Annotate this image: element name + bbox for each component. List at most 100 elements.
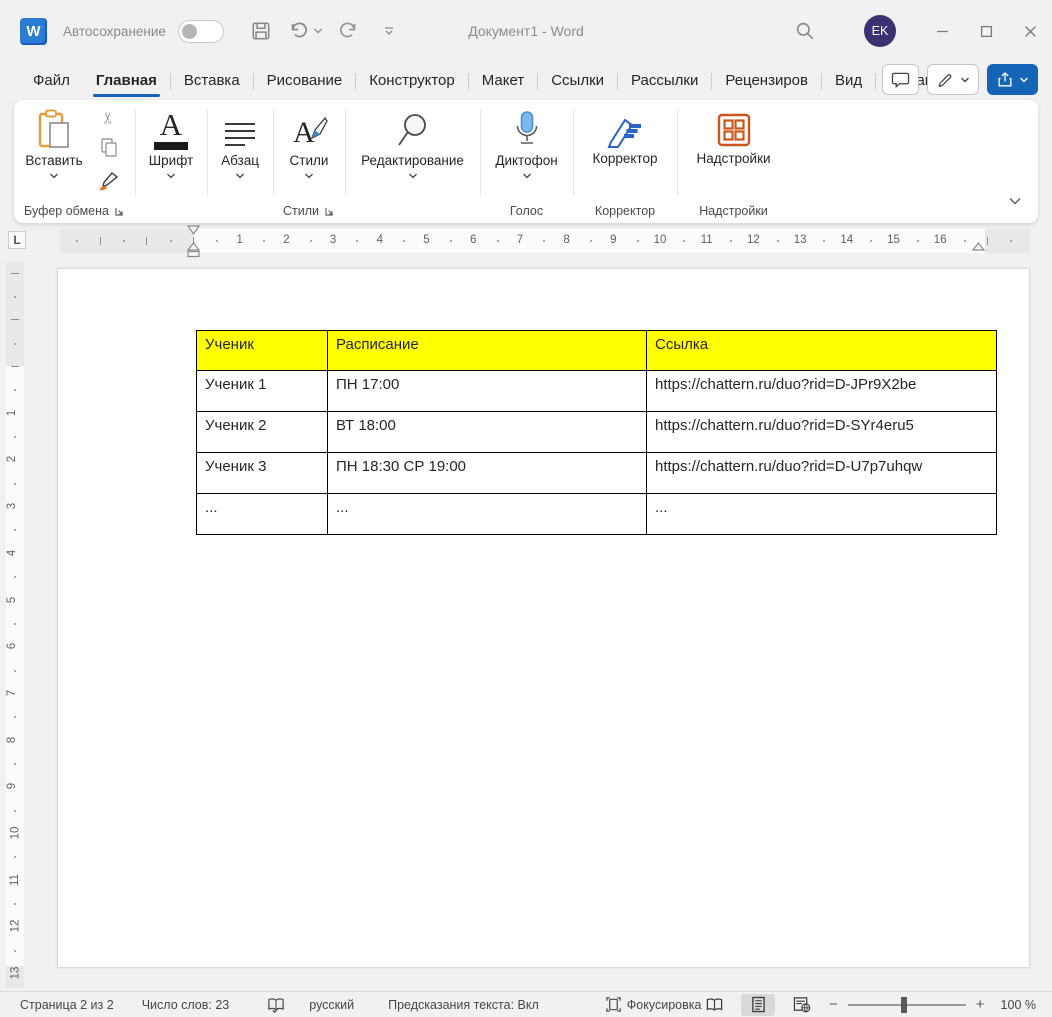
maximize-button[interactable] bbox=[964, 9, 1008, 53]
tab-Файл[interactable]: Файл bbox=[20, 63, 83, 99]
comments-button[interactable] bbox=[882, 64, 919, 95]
styles-dialog-launcher-icon[interactable] bbox=[324, 206, 335, 217]
vertical-ruler[interactable]: 12345678910111213 bbox=[6, 262, 24, 988]
cell-r1-c0[interactable]: Ученик 2 bbox=[197, 412, 328, 453]
hanging-indent-marker[interactable] bbox=[186, 242, 201, 258]
hruler-half-tick bbox=[497, 240, 499, 242]
hruler-number-7: 7 bbox=[517, 234, 523, 246]
header-cell-1[interactable]: Расписание bbox=[328, 331, 647, 371]
minimize-button[interactable] bbox=[920, 9, 964, 53]
customize-quick-access-icon[interactable] bbox=[383, 26, 395, 36]
account-avatar[interactable]: EK bbox=[864, 15, 896, 47]
header-cell-0[interactable]: Ученик bbox=[197, 331, 328, 371]
hruler-number-2: 2 bbox=[283, 234, 289, 246]
tab-Вид[interactable]: Вид bbox=[822, 63, 875, 99]
language-status[interactable]: русский bbox=[309, 998, 354, 1012]
styles-menu-button[interactable]: А Стили bbox=[277, 106, 341, 180]
dictate-button[interactable]: Диктофон bbox=[489, 106, 564, 180]
hruler-half-tick bbox=[870, 240, 872, 242]
vruler-half-tick bbox=[14, 296, 16, 298]
hruler-number-9: 9 bbox=[610, 234, 616, 246]
doc-table[interactable]: УченикРасписаниеСсылка Ученик 1ПН 17:00h… bbox=[196, 330, 997, 535]
right-indent-marker[interactable] bbox=[971, 242, 986, 253]
read-mode-button[interactable] bbox=[697, 994, 731, 1016]
tab-Главная[interactable]: Главная bbox=[83, 63, 170, 99]
paragraph-label: Абзац bbox=[221, 153, 259, 168]
vruler-number-7: 7 bbox=[6, 690, 18, 696]
vruler-number-5: 5 bbox=[6, 596, 18, 602]
cell-r0-c1[interactable]: ПН 17:00 bbox=[328, 371, 647, 412]
word-logo-icon: W bbox=[20, 18, 47, 45]
vruler-number-6: 6 bbox=[6, 643, 18, 649]
cell-r1-c1[interactable]: ВТ 18:00 bbox=[328, 412, 647, 453]
header-cell-2[interactable]: Ссылка bbox=[647, 331, 997, 371]
copy-icon[interactable] bbox=[100, 137, 118, 162]
font-menu-button[interactable]: А Шрифт bbox=[139, 106, 203, 180]
addins-button[interactable]: Надстройки bbox=[686, 108, 781, 166]
horizontal-ruler[interactable]: L 12345678910111213141516 bbox=[0, 226, 1052, 258]
cut-icon[interactable]: ✂ bbox=[99, 111, 119, 124]
vruler-cm-tick bbox=[11, 366, 19, 367]
save-icon[interactable] bbox=[250, 20, 272, 42]
web-layout-button[interactable] bbox=[785, 994, 819, 1016]
document-page[interactable]: УченикРасписаниеСсылка Ученик 1ПН 17:00h… bbox=[57, 268, 1030, 968]
collapse-ribbon-button[interactable] bbox=[1008, 193, 1022, 211]
close-button[interactable] bbox=[1008, 9, 1052, 53]
cell-r2-c0[interactable]: Ученик 3 bbox=[197, 453, 328, 494]
search-icon[interactable] bbox=[788, 14, 822, 48]
cell-r2-c2[interactable]: https://chattern.ru/duo?rid=D-U7p7uhqw bbox=[647, 453, 997, 494]
word-count-status[interactable]: Число слов: 23 bbox=[142, 998, 230, 1012]
drawing-button[interactable] bbox=[927, 64, 979, 95]
paste-chevron-icon bbox=[49, 172, 59, 180]
hruler-number-4: 4 bbox=[377, 234, 383, 246]
hruler-half-tick bbox=[637, 240, 639, 242]
zoom-level[interactable]: 100 % bbox=[1001, 998, 1036, 1012]
cell-r0-c2[interactable]: https://chattern.ru/duo?rid=D-JPr9X2be bbox=[647, 371, 997, 412]
tab-Ссылки[interactable]: Ссылки bbox=[538, 63, 617, 99]
paste-button[interactable]: Вставить bbox=[22, 106, 86, 180]
zoom-in-button[interactable]: + bbox=[976, 996, 985, 1013]
microphone-icon bbox=[514, 106, 540, 150]
zoom-slider[interactable] bbox=[848, 1004, 966, 1006]
share-button[interactable] bbox=[987, 64, 1038, 95]
paragraph-menu-button[interactable]: Абзац bbox=[208, 106, 272, 180]
clipboard-dialog-launcher-icon[interactable] bbox=[114, 206, 125, 217]
tab-Вставка[interactable]: Вставка bbox=[171, 63, 253, 99]
tab-Рисование[interactable]: Рисование bbox=[254, 63, 356, 99]
hruler-number-8: 8 bbox=[563, 234, 569, 246]
format-painter-icon[interactable] bbox=[98, 171, 120, 196]
status-bar: Страница 2 из 2 Число слов: 23 русский П… bbox=[0, 991, 1052, 1017]
zoom-slider-handle[interactable] bbox=[901, 997, 907, 1013]
undo-icon[interactable] bbox=[288, 20, 310, 42]
tab-Рецензиров[interactable]: Рецензиров bbox=[712, 63, 821, 99]
cell-r0-c0[interactable]: Ученик 1 bbox=[197, 371, 328, 412]
autosave-toggle[interactable] bbox=[178, 20, 224, 43]
tab-Конструктор[interactable]: Конструктор bbox=[356, 63, 468, 99]
cell-r3-c2[interactable]: ... bbox=[647, 494, 997, 535]
cell-r3-c0[interactable]: ... bbox=[197, 494, 328, 535]
vruler-half-tick bbox=[14, 856, 16, 858]
page-number-status[interactable]: Страница 2 из 2 bbox=[20, 998, 114, 1012]
tab-Рассылки[interactable]: Рассылки bbox=[618, 63, 711, 99]
first-line-indent-marker[interactable] bbox=[186, 225, 201, 236]
editing-chevron-icon bbox=[408, 172, 418, 180]
editor-button[interactable]: Корректор bbox=[580, 108, 670, 166]
hruler-half-tick bbox=[777, 240, 779, 242]
cell-r1-c2[interactable]: https://chattern.ru/duo?rid=D-SYr4eru5 bbox=[647, 412, 997, 453]
styles-group-label: Стили bbox=[273, 204, 345, 218]
editing-menu-button[interactable]: Редактирование bbox=[350, 106, 475, 180]
proofing-icon[interactable] bbox=[267, 997, 285, 1013]
print-layout-button[interactable] bbox=[741, 994, 775, 1016]
cell-r2-c1[interactable]: ПН 18:30 СР 19:00 bbox=[328, 453, 647, 494]
zoom-out-button[interactable]: − bbox=[829, 996, 838, 1013]
tab-Макет[interactable]: Макет bbox=[469, 63, 537, 99]
hruler-half-tick bbox=[170, 240, 172, 242]
focus-mode-button[interactable]: Фокусировка bbox=[605, 996, 702, 1013]
redo-icon[interactable] bbox=[337, 20, 359, 42]
text-predictions-status[interactable]: Предсказания текста: Вкл bbox=[388, 998, 539, 1012]
vruler-half-tick bbox=[14, 436, 16, 438]
cell-r3-c1[interactable]: ... bbox=[328, 494, 647, 535]
undo-dropdown-chevron-icon[interactable] bbox=[313, 27, 323, 35]
font-icon: А bbox=[154, 106, 188, 150]
focus-label: Фокусировка bbox=[627, 998, 702, 1012]
